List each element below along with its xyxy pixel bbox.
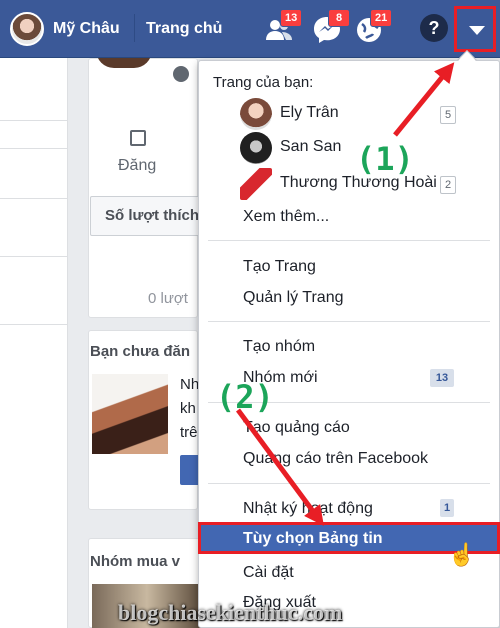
notifications-badge: 21 <box>370 9 393 27</box>
see-more-link[interactable]: Xem thêm... <box>243 208 329 226</box>
facebook-ads-item[interactable]: Quảng cáo trên Facebook <box>243 450 428 468</box>
user-avatar[interactable] <box>10 12 44 46</box>
divider <box>0 198 68 199</box>
news-feed-preferences-label: Tùy chọn Bảng tin <box>243 530 383 547</box>
likes-count-button[interactable]: Số lượt thích <box>90 196 200 236</box>
step-2-label: (2) <box>216 378 274 416</box>
activity-log-item[interactable]: Nhật ký hoạt động <box>243 500 373 518</box>
manage-pages-item[interactable]: Quản lý Trang <box>243 289 344 307</box>
divider <box>208 321 490 322</box>
suggest-action-button[interactable] <box>180 455 200 485</box>
page-avatar <box>240 132 272 164</box>
post-card <box>88 58 198 318</box>
page-count: 2 <box>440 176 456 194</box>
activity-log-count: 1 <box>440 499 454 517</box>
page-item[interactable]: Ely Trân <box>240 98 460 130</box>
messages-badge: 8 <box>328 9 350 27</box>
left-column <box>0 58 68 628</box>
suggest-title: Bạn chưa đăn <box>90 343 191 360</box>
divider <box>0 148 68 149</box>
group-suggest-title: Nhóm mua v <box>90 553 181 570</box>
divider <box>0 120 68 121</box>
step-1-label: (1) <box>356 140 414 178</box>
divider <box>0 324 68 325</box>
divider <box>134 14 135 42</box>
suggest-text-line: trê <box>180 424 198 441</box>
top-navigation-bar: Mỹ Châu Trang chủ 13 8 21 ? <box>0 0 500 58</box>
account-menu-button[interactable] <box>454 6 496 52</box>
page-name: San San <box>280 138 342 155</box>
suggested-person-photo[interactable] <box>92 374 168 454</box>
zero-likes-text: 0 lượt <box>148 290 188 307</box>
pages-header: Trang của bạn: <box>213 74 314 91</box>
page-count: 5 <box>440 106 456 124</box>
globe-icon <box>173 66 189 82</box>
home-link[interactable]: Trang chủ <box>146 20 222 38</box>
page-avatar <box>240 98 272 130</box>
create-group-item[interactable]: Tạo nhóm <box>243 338 315 356</box>
profile-link[interactable]: Mỹ Châu <box>53 20 120 38</box>
help-icon[interactable]: ? <box>420 14 448 42</box>
post-action-label[interactable]: Đăng <box>118 157 156 175</box>
page-avatar <box>240 168 272 200</box>
new-groups-count: 13 <box>430 369 454 387</box>
page-item[interactable]: San San <box>240 132 460 164</box>
page-name: Ely Trân <box>280 104 339 121</box>
messages-button[interactable]: 8 <box>310 9 350 46</box>
page-item[interactable]: Thương Thương Hoài <box>240 168 460 200</box>
likes-count-label: Số lượt thích <box>105 207 200 224</box>
create-page-item[interactable]: Tạo Trang <box>243 258 316 276</box>
caret-down-icon <box>469 26 485 35</box>
divider <box>208 240 490 241</box>
friend-requests-button[interactable]: 13 <box>262 9 303 46</box>
notifications-button[interactable]: 21 <box>352 9 393 46</box>
divider <box>208 483 490 484</box>
create-ad-item[interactable]: Tạo quảng cáo <box>243 419 350 437</box>
hand-cursor-icon: ☝ <box>448 542 476 567</box>
suggest-text-line: kh <box>180 400 196 417</box>
edit-icon[interactable] <box>130 130 146 146</box>
watermark: blogchiasekienthuc.com <box>118 600 343 625</box>
friend-requests-badge: 13 <box>280 9 303 27</box>
settings-item[interactable]: Cài đặt <box>243 564 294 582</box>
suggest-text-line: Nh <box>180 376 200 393</box>
divider <box>0 256 68 257</box>
